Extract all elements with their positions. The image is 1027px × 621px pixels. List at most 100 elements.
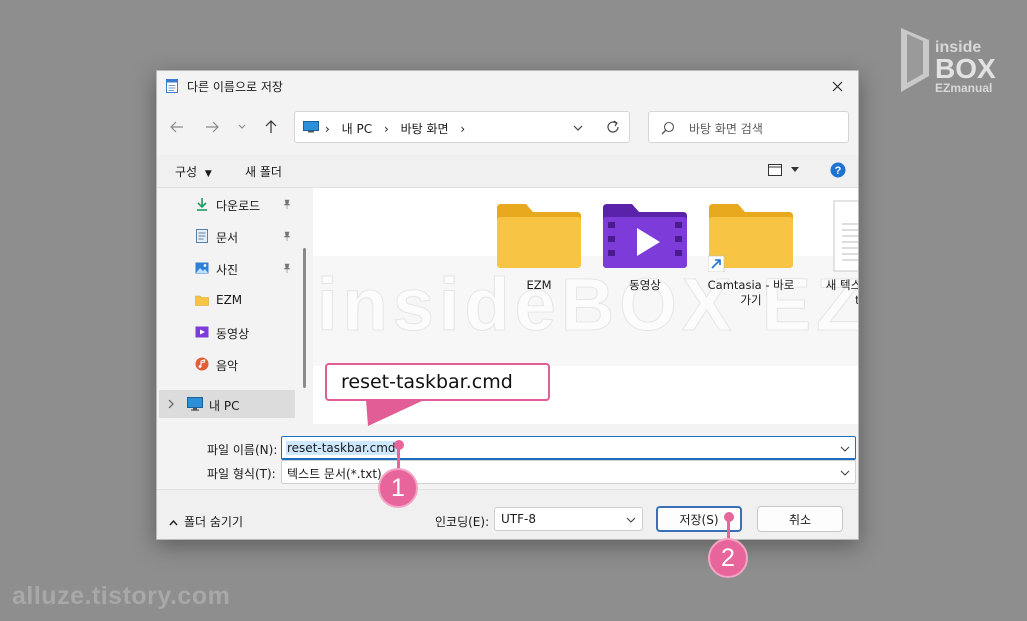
new-folder-button[interactable]: 새 폴더 <box>245 163 282 180</box>
view-icon[interactable] <box>768 164 782 176</box>
sidebar-item-this-pc[interactable]: 내 PC <box>159 390 295 418</box>
breadcrumb-desktop[interactable]: 바탕 화면 <box>401 122 449 136</box>
file-name: 동영상 <box>629 278 661 292</box>
pin-icon <box>283 231 291 241</box>
search-icon <box>661 121 675 135</box>
encoding-value: UTF-8 <box>501 512 536 526</box>
breadcrumb-this-pc[interactable]: 내 PC <box>342 122 372 136</box>
filename-input[interactable]: reset-taskbar.cmd <box>281 436 856 460</box>
help-icon[interactable]: ? <box>830 162 846 178</box>
hide-folders-button[interactable]: 폴더 숨기기 <box>169 513 243 530</box>
caret-down-icon: ▼ <box>204 169 212 179</box>
folder-icon <box>497 204 581 268</box>
insidebox-logo: inside BOX EZmanual <box>901 22 1013 98</box>
refresh-icon[interactable] <box>605 119 621 135</box>
sidebar-item-label: 다운로드 <box>216 199 261 213</box>
svg-text:EZmanual: EZmanual <box>935 81 992 95</box>
recent-locations-button[interactable] <box>230 115 254 139</box>
video-icon <box>195 326 209 338</box>
view-dropdown-icon[interactable] <box>791 167 799 173</box>
download-icon <box>197 198 207 211</box>
step-marker-1: 1 <box>378 468 418 508</box>
arrow-left-icon <box>170 121 183 133</box>
dialog-footer: 폴더 숨기기 인코딩(E): UTF-8 저장(S) 취소 <box>157 489 858 539</box>
close-button[interactable] <box>816 71 858 101</box>
filename-callout: reset-taskbar.cmd <box>325 363 550 401</box>
video-folder-icon <box>603 204 687 268</box>
file-item-ezm[interactable]: EZM <box>487 200 591 293</box>
encoding-select[interactable]: UTF-8 <box>494 507 643 531</box>
text-file-icon <box>833 200 858 272</box>
up-button[interactable] <box>259 115 283 139</box>
cancel-button[interactable]: 취소 <box>757 506 843 532</box>
hide-folders-label: 폴더 숨기기 <box>184 515 244 529</box>
music-icon <box>195 357 209 371</box>
sidebar-item-pictures[interactable]: 사진 <box>157 254 297 282</box>
breadcrumb: › 내 PC › 바탕 화면 › <box>325 120 473 137</box>
filetype-select[interactable]: 텍스트 문서(*.txt) <box>281 460 856 484</box>
marker-2-leader <box>727 518 730 540</box>
pin-icon <box>283 263 291 273</box>
picture-icon <box>195 262 209 274</box>
filename-label: 파일 이름(N): <box>207 443 278 457</box>
encoding-label: 인코딩(E): <box>435 515 490 529</box>
sidebar-scrollbar[interactable] <box>303 248 306 388</box>
sidebar-item-label: 음악 <box>216 359 239 373</box>
sidebar-item-label: 동영상 <box>216 327 250 341</box>
chevron-down-icon[interactable] <box>840 469 850 477</box>
sidebar-item-label: 내 PC <box>209 399 240 413</box>
chevron-down-icon <box>626 517 636 523</box>
folder-icon <box>195 295 209 306</box>
navigation-pane: 다운로드 문서 사진 EZM 동영상 음악 내 PC <box>157 188 313 424</box>
svg-text:?: ? <box>835 165 842 177</box>
chevron-up-icon <box>169 519 178 525</box>
sidebar-item-videos[interactable]: 동영상 <box>157 318 297 346</box>
footer-credit: alluze.tistory.com <box>12 582 231 610</box>
file-item-new-text-document[interactable]: 새 텍스트 문서. txt <box>811 200 858 308</box>
file-item-videos[interactable]: 동영상 <box>593 200 697 293</box>
notepad-icon <box>166 79 178 93</box>
svg-text:BOX: BOX <box>935 53 996 84</box>
arrow-up-icon <box>265 120 277 133</box>
document-icon <box>196 229 208 243</box>
step-marker-2: 2 <box>708 538 748 578</box>
sidebar-item-downloads[interactable]: 다운로드 <box>157 190 297 218</box>
search-box[interactable]: 바탕 화면 검색 <box>648 111 849 143</box>
chevron-right-icon: › <box>383 122 389 136</box>
folder-shortcut-icon <box>708 204 793 272</box>
title-bar: 다른 이름으로 저장 <box>157 71 858 101</box>
callout-pointer <box>366 400 424 426</box>
sidebar-item-label: EZM <box>216 293 243 307</box>
organize-label: 구성 <box>175 165 198 179</box>
chevron-down-icon[interactable] <box>840 445 850 453</box>
sidebar-item-label: 사진 <box>216 263 239 277</box>
organize-menu[interactable]: 구성 ▼ <box>175 163 212 180</box>
file-name: Camtasia - 바로 가기 <box>707 278 795 307</box>
filetype-value: 텍스트 문서(*.txt) <box>287 467 382 481</box>
pin-icon <box>283 199 291 209</box>
chevron-right-icon[interactable] <box>167 399 175 409</box>
forward-button[interactable] <box>200 115 224 139</box>
callout-text: reset-taskbar.cmd <box>341 371 513 393</box>
close-icon <box>832 81 842 91</box>
command-bar: 구성 ▼ 새 폴더 ? <box>157 155 858 188</box>
monitor-icon <box>303 121 319 133</box>
back-button[interactable] <box>165 115 189 139</box>
monitor-icon <box>187 397 203 411</box>
address-dropdown-icon[interactable] <box>571 123 585 133</box>
save-options-panel: 파일 이름(N): reset-taskbar.cmd 파일 형식(T): 텍스… <box>157 424 858 539</box>
file-item-camtasia-shortcut[interactable]: Camtasia - 바로 가기 <box>699 200 803 308</box>
sidebar-item-documents[interactable]: 문서 <box>157 222 297 250</box>
chevron-down-icon <box>238 124 246 129</box>
search-placeholder: 바탕 화면 검색 <box>689 122 763 136</box>
filename-value: reset-taskbar.cmd <box>286 441 397 455</box>
chevron-right-icon: › <box>325 122 330 136</box>
chevron-right-icon: › <box>460 122 466 136</box>
filetype-label: 파일 형식(T): <box>207 467 276 481</box>
sidebar-item-ezm[interactable]: EZM <box>157 286 297 314</box>
save-as-dialog: 다른 이름으로 저장 › 내 PC › 바탕 화면 › 바탕 화면 검색 구성 … <box>156 70 859 540</box>
dialog-title: 다른 이름으로 저장 <box>187 80 283 94</box>
sidebar-item-music[interactable]: 음악 <box>157 350 297 378</box>
file-name: EZM <box>526 278 552 292</box>
sidebar-item-label: 문서 <box>216 231 239 245</box>
